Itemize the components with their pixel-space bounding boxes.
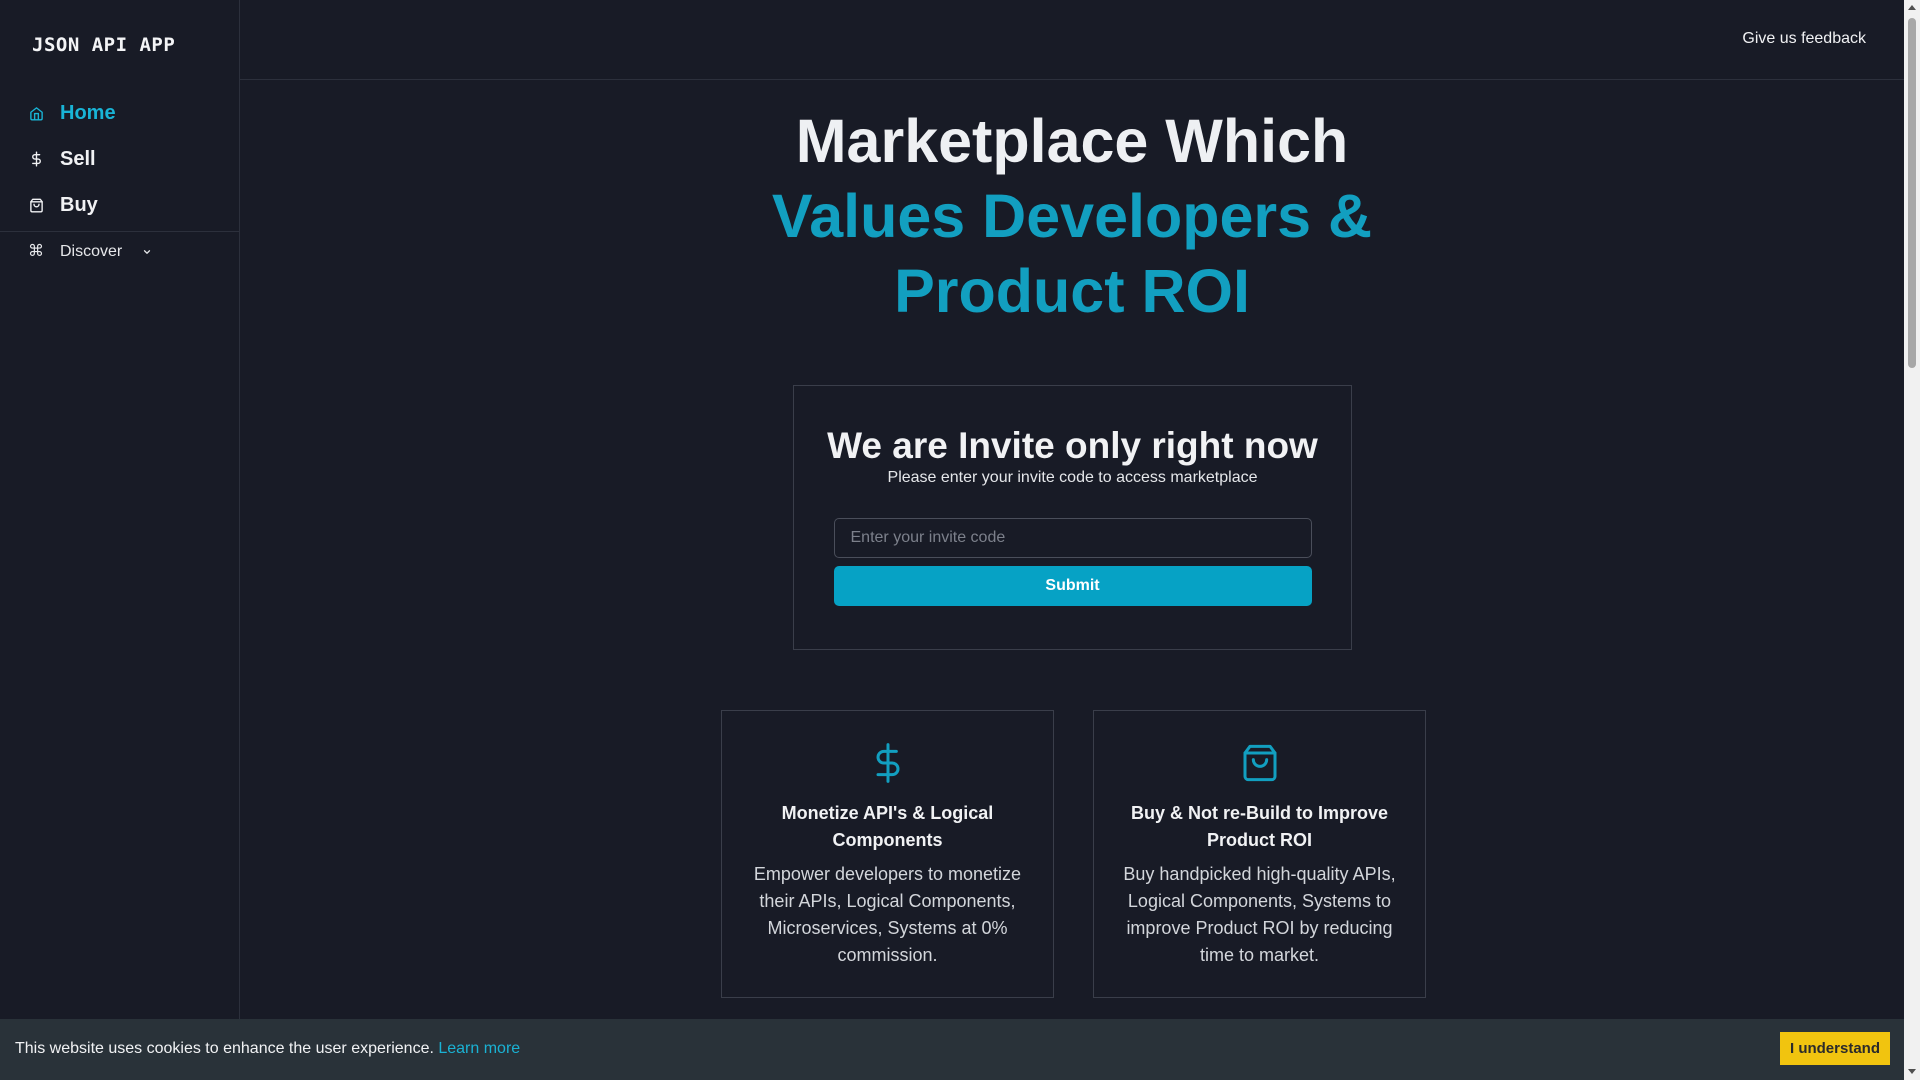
sidebar-item-sell[interactable]: Sell [0, 136, 239, 182]
app-logo[interactable]: JSON API APP [32, 34, 175, 56]
feature-title: Monetize API's & Logical Components [781, 803, 994, 850]
sidebar-item-label: Sell [60, 147, 96, 170]
submit-button[interactable]: Submit [833, 566, 1312, 606]
invite-code-input[interactable] [833, 518, 1312, 558]
feature-card-buy: Buy & Not re-Build to Improve Product RO… [1093, 710, 1426, 998]
scroll-down-arrow-icon[interactable] [1908, 1069, 1916, 1074]
cookie-text: This website uses cookies to enhance the… [15, 1040, 439, 1057]
sidebar-item-label: Buy [60, 193, 98, 216]
sidebar-item-label: Discover [60, 243, 123, 260]
sidebar-item-home[interactable]: Home [0, 90, 239, 136]
invite-title: We are Invite only right now [827, 425, 1318, 466]
home-icon [28, 105, 44, 121]
sidebar-nav: Home Sell Buy ⌘ Discover [0, 90, 239, 272]
accept-cookies-button[interactable]: I understand [1780, 1032, 1890, 1065]
invite-card: We are Invite only right now Please ente… [793, 385, 1352, 650]
cookie-banner: This website uses cookies to enhance the… [0, 1019, 1904, 1080]
sidebar-item-buy[interactable]: Buy [0, 182, 239, 228]
feature-description: Empower developers to monetize their API… [753, 864, 1022, 965]
feature-card-monetize: Monetize API's & Logical Components Empo… [721, 710, 1054, 998]
shopping-bag-icon [28, 197, 44, 213]
invite-subtitle: Please enter your invite code to access … [887, 469, 1258, 486]
page-scrollbar[interactable] [1904, 0, 1920, 1080]
hero-heading: Marketplace Which Values Developers & Pr… [240, 104, 1904, 329]
scrollbar-thumb[interactable] [1908, 18, 1916, 368]
feature-title: Buy & Not re-Build to Improve Product RO… [1130, 803, 1388, 850]
dollar-icon [28, 151, 44, 167]
chevron-down-icon [142, 247, 152, 257]
hero-title-highlight: Values Developers & Product ROI [771, 182, 1373, 325]
dollar-icon [748, 742, 1027, 784]
sidebar-item-label: Home [60, 101, 116, 124]
cookie-message: This website uses cookies to enhance the… [15, 1040, 520, 1058]
scroll-up-arrow-icon[interactable] [1908, 5, 1916, 10]
sidebar: JSON API APP Home Sell Buy ⌘ Discover [0, 0, 240, 1080]
top-bar: Give us feedback [240, 0, 1904, 80]
command-icon: ⌘ [28, 243, 44, 260]
feedback-link[interactable]: Give us feedback [1742, 30, 1866, 48]
learn-more-link[interactable]: Learn more [438, 1040, 520, 1057]
feature-description: Buy handpicked high-quality APIs, Logica… [1123, 864, 1396, 965]
sidebar-item-discover[interactable]: ⌘ Discover [0, 232, 239, 272]
shopping-bag-icon [1120, 742, 1399, 784]
hero-title-line1: Marketplace Which [795, 107, 1349, 175]
